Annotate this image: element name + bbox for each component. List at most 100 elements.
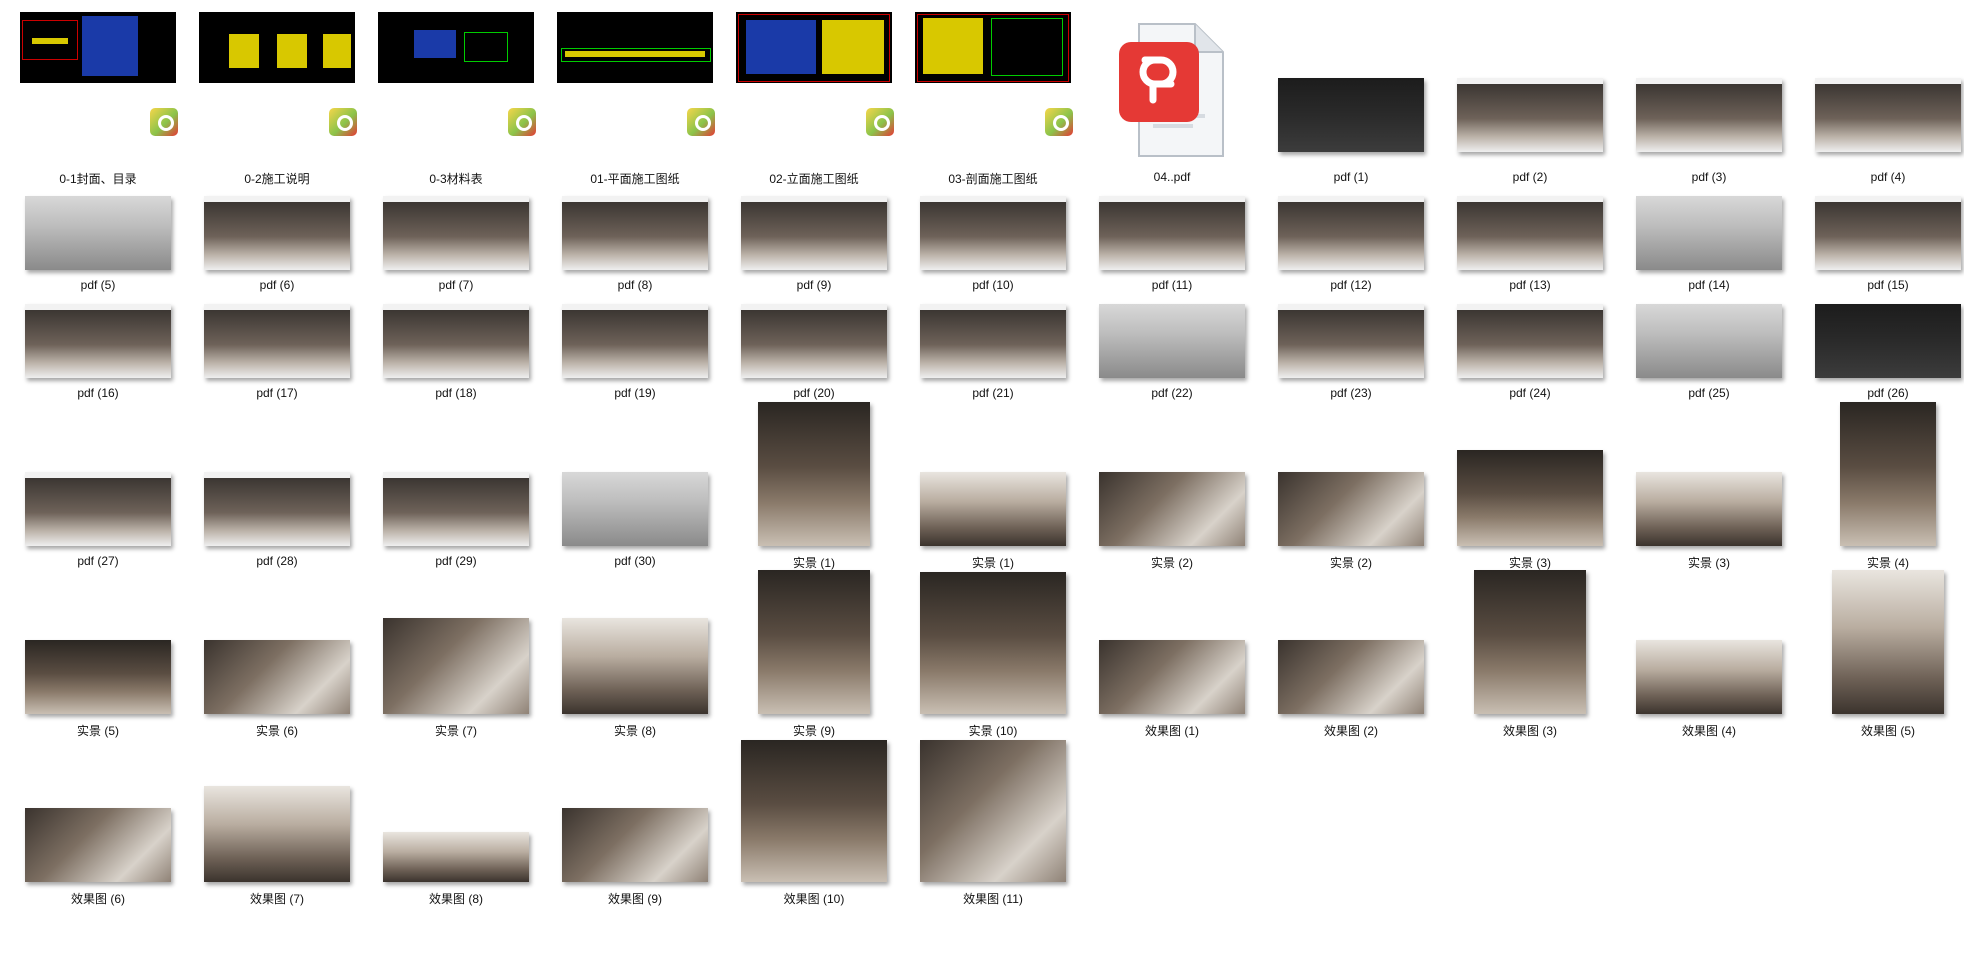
file-item[interactable]: pdf (2) [1441,0,1619,956]
file-item[interactable]: pdf (17) [188,0,366,956]
cad-line-block [32,38,68,44]
file-name-label: pdf (12) [1330,278,1372,292]
file-item[interactable]: pdf (7) [367,0,545,956]
image-thumbnail [741,740,887,882]
file-item[interactable]: 0-3材料表 [367,0,545,956]
file-item[interactable]: 效果图 (8) [367,0,545,956]
image-thumbnail [204,304,350,378]
file-name-label: 0-3材料表 [429,172,483,186]
file-item[interactable]: 实景 (1) [904,0,1082,956]
file-item[interactable]: 实景 (1) [725,0,903,956]
file-item[interactable]: pdf (1) [1262,0,1440,956]
image-thumbnail [1636,78,1782,152]
file-item[interactable]: pdf (10) [904,0,1082,956]
file-item[interactable]: 实景 (3) [1620,0,1798,956]
file-item[interactable]: pdf (30) [546,0,724,956]
image-thumbnail [920,740,1066,882]
image-thumbnail [1099,304,1245,378]
file-item[interactable]: 效果图 (11) [904,0,1082,956]
file-item[interactable]: pdf (25) [1620,0,1798,956]
file-item[interactable]: pdf (20) [725,0,903,956]
image-thumbnail [1636,196,1782,270]
file-item[interactable]: pdf (29) [367,0,545,956]
file-item[interactable]: 04..pdf [1083,0,1261,956]
image-thumbnail [1278,78,1424,152]
file-item[interactable]: 实景 (3) [1441,0,1619,956]
file-item[interactable]: 效果图 (6) [9,0,187,956]
drawing-app-icon [508,108,536,136]
file-name-label: pdf (28) [256,554,298,568]
file-item[interactable]: pdf (8) [546,0,724,956]
file-item[interactable]: 0-2施工说明 [188,0,366,956]
file-item[interactable]: pdf (9) [725,0,903,956]
image-thumbnail [562,304,708,378]
image-thumbnail [920,196,1066,270]
file-name-label: pdf (30) [614,554,656,568]
file-item[interactable]: pdf (18) [367,0,545,956]
file-name-label: 实景 (5) [76,724,119,738]
file-item[interactable]: 实景 (9) [725,0,903,956]
file-item[interactable]: 0-1封面、目录 [9,0,187,956]
file-name-label: pdf (23) [1330,386,1372,400]
file-item[interactable]: pdf (12) [1262,0,1440,956]
file-item[interactable]: 效果图 (9) [546,0,724,956]
file-item[interactable]: 实景 (6) [188,0,366,956]
cad-drawing-thumbnail [20,12,176,83]
image-thumbnail [25,304,171,378]
file-item[interactable]: 实景 (2) [1262,0,1440,956]
file-item[interactable]: 效果图 (5) [1799,0,1964,956]
file-item[interactable]: pdf (27) [9,0,187,956]
file-item[interactable]: pdf (13) [1441,0,1619,956]
file-item[interactable]: 效果图 (7) [188,0,366,956]
image-thumbnail [1457,196,1603,270]
file-name-label: pdf (10) [972,278,1014,292]
cad-line-block [277,34,307,68]
file-item[interactable]: 实景 (10) [904,0,1082,956]
file-item[interactable]: 实景 (8) [546,0,724,956]
image-thumbnail [1457,450,1603,546]
file-name-label: 02-立面施工图纸 [769,172,859,186]
image-thumbnail [562,618,708,714]
file-item[interactable]: pdf (5) [9,0,187,956]
file-item[interactable]: pdf (24) [1441,0,1619,956]
file-item[interactable]: 03-剖面施工图纸 [904,0,1082,956]
file-item[interactable]: pdf (3) [1620,0,1798,956]
file-item[interactable]: pdf (19) [546,0,724,956]
file-item[interactable]: 实景 (4) [1799,0,1964,956]
file-name-label: 0-1封面、目录 [59,172,137,186]
file-item[interactable]: 效果图 (3) [1441,0,1619,956]
file-item[interactable]: pdf (6) [188,0,366,956]
file-item[interactable]: pdf (23) [1262,0,1440,956]
image-thumbnail [1278,196,1424,270]
file-item[interactable]: 效果图 (2) [1262,0,1440,956]
file-name-label: 实景 (6) [255,724,298,738]
file-name-label: pdf (29) [435,554,477,568]
image-thumbnail [383,196,529,270]
cad-line-block [561,48,711,62]
file-name-label: 实景 (2) [1150,556,1193,570]
image-thumbnail [1815,78,1961,152]
file-item[interactable]: 实景 (7) [367,0,545,956]
file-name-label: pdf (5) [80,278,116,292]
file-item[interactable]: pdf (15) [1799,0,1964,956]
image-thumbnail [741,196,887,270]
file-item[interactable]: 效果图 (10) [725,0,903,956]
file-item[interactable]: pdf (28) [188,0,366,956]
file-item[interactable]: pdf (26) [1799,0,1964,956]
file-name-label: 效果图 (9) [607,892,662,906]
file-name-label: pdf (4) [1870,170,1906,184]
file-item[interactable]: 01-平面施工图纸 [546,0,724,956]
image-thumbnail [1636,304,1782,378]
file-item[interactable]: pdf (4) [1799,0,1964,956]
file-item[interactable]: 实景 (5) [9,0,187,956]
image-thumbnail [1278,640,1424,714]
file-item[interactable]: 02-立面施工图纸 [725,0,903,956]
file-item[interactable]: pdf (14) [1620,0,1798,956]
file-item[interactable]: 效果图 (4) [1620,0,1798,956]
file-name-label: 效果图 (10) [783,892,845,906]
file-item[interactable]: pdf (21) [904,0,1082,956]
file-name-label: pdf (15) [1867,278,1909,292]
image-thumbnail [204,196,350,270]
file-item[interactable]: pdf (16) [9,0,187,956]
drawing-app-icon [1045,108,1073,136]
